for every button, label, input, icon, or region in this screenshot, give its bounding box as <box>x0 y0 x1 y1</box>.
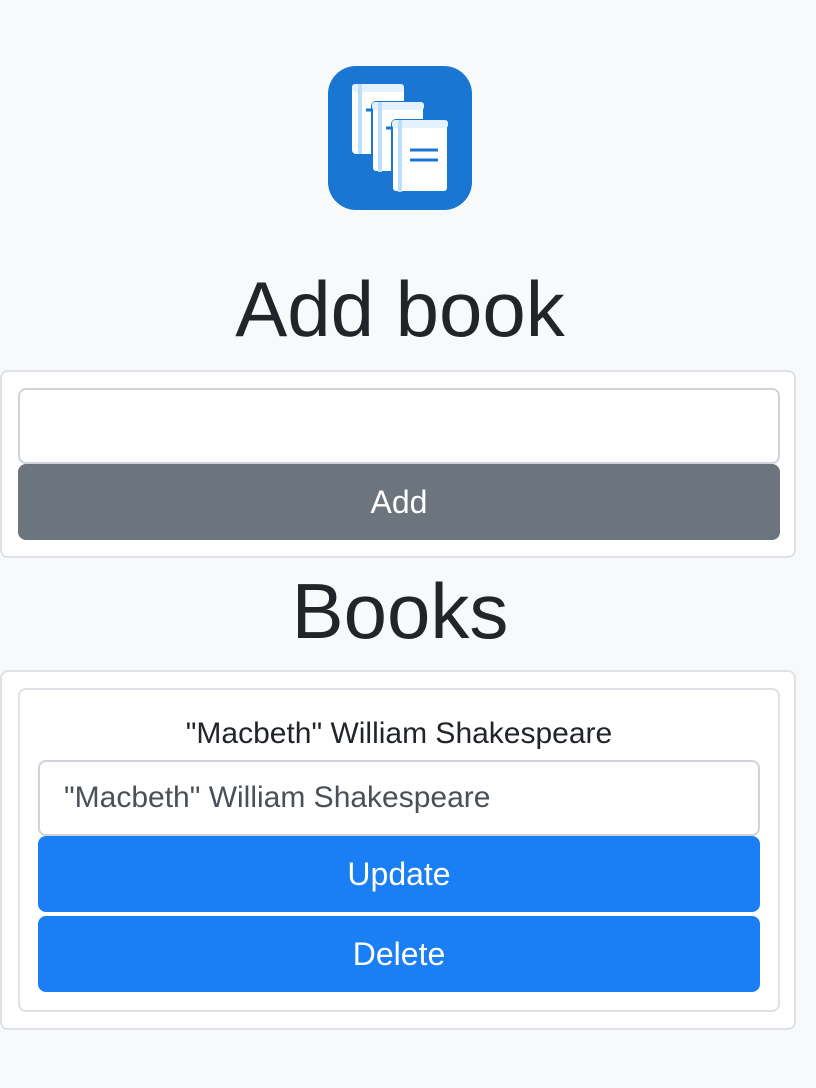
book-title-input[interactable] <box>18 388 780 464</box>
book-edit-input[interactable] <box>38 760 760 836</box>
books-list-card: "Macbeth" William Shakespeare Update Del… <box>0 670 796 1030</box>
books-heading: Books <box>291 567 509 655</box>
books-stack-icon <box>352 84 449 193</box>
delete-button[interactable]: Delete <box>38 916 760 992</box>
add-book-heading: Add book <box>235 265 565 353</box>
book-list-item: "Macbeth" William Shakespeare Update Del… <box>18 688 780 1012</box>
add-button[interactable]: Add <box>18 464 780 540</box>
book-title-label: "Macbeth" William Shakespeare <box>185 717 613 750</box>
app-logo <box>328 66 472 210</box>
update-button[interactable]: Update <box>38 836 760 912</box>
add-book-card: Add <box>0 370 796 558</box>
